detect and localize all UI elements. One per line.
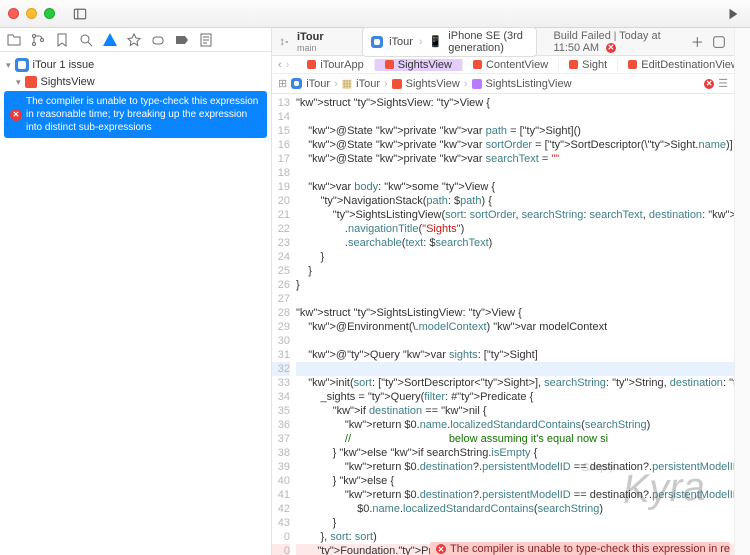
editor-tab[interactable]: SightsView (375, 59, 463, 71)
issue-file-row[interactable]: ▾ SightsView (0, 74, 271, 90)
minimap-strip (734, 28, 750, 555)
source-control-nav-icon[interactable] (30, 32, 46, 48)
source-editor[interactable]: 1314151617181920212223242526272829303132… (272, 94, 734, 555)
project-title: iTour (297, 31, 324, 43)
breadcrumb-swift-icon (392, 79, 402, 89)
build-status[interactable]: Build Failed | Today at 11:50 AM ✕ (553, 30, 682, 54)
navigator-sidebar: ▾ iTour 1 issue ▾ SightsView ✕ The compi… (0, 28, 272, 555)
swift-file-icon (473, 60, 482, 69)
editor-tab[interactable]: Sight (559, 59, 618, 71)
minimize-window-button[interactable] (26, 8, 37, 19)
issue-message-text: The compiler is unable to type-check thi… (26, 95, 261, 134)
swift-file-icon (569, 60, 578, 69)
swift-file-icon (25, 76, 37, 88)
struct-icon (472, 79, 482, 89)
issues-list: ▾ iTour 1 issue ▾ SightsView ✕ The compi… (0, 52, 271, 555)
nav-fwd-icon[interactable]: › (286, 59, 290, 71)
breadcrumb-app-icon (291, 78, 302, 89)
inline-error-icon: ✕ (436, 544, 446, 554)
scheme-target: iTour (389, 36, 413, 48)
find-nav-icon[interactable] (78, 32, 94, 48)
sidebar-toggle-icon[interactable] (71, 5, 89, 23)
nav-back-icon[interactable]: ‹ (278, 59, 282, 71)
inline-error-banner[interactable]: ✕ The compiler is unable to type-check t… (430, 542, 730, 555)
project-nav-icon[interactable] (6, 32, 22, 48)
traffic-lights (8, 8, 55, 19)
editor-nav-bar: ‹ › iTourAppSightsViewContentViewSightEd… (272, 56, 734, 74)
editor-area: iTour main iTour › 📱 iPhone SE (3rd gene… (272, 28, 734, 555)
issue-message-row[interactable]: ✕ The compiler is unable to type-check t… (4, 91, 267, 138)
editor-tab[interactable]: EditDestinationView (618, 59, 750, 71)
issue-file-label: SightsView (41, 76, 95, 88)
swift-file-icon (628, 60, 637, 69)
breakpoint-nav-icon[interactable] (174, 32, 190, 48)
code-content[interactable]: "kw">struct "ty">SightsView: "ty">View {… (296, 94, 734, 555)
disclosure-icon: ▾ (16, 77, 21, 88)
close-window-button[interactable] (8, 8, 19, 19)
toolbar-row: iTour main iTour › 📱 iPhone SE (3rd gene… (272, 28, 734, 56)
editor-tab[interactable]: iTourApp (297, 59, 374, 71)
add-icon[interactable]: ＋ (691, 33, 704, 51)
swift-file-icon (385, 60, 394, 69)
debug-nav-icon[interactable] (150, 32, 166, 48)
issue-project-row[interactable]: ▾ iTour 1 issue (0, 56, 271, 74)
window-titlebar (0, 0, 750, 28)
editor-tab[interactable]: ContentView (463, 59, 559, 71)
jump-bar[interactable]: ⊞ iTour› ▦iTour› SightsView› SightsListi… (272, 74, 734, 94)
related-icon[interactable]: ⊞ (278, 77, 287, 90)
jump-bar-error-icon[interactable]: ✕ (704, 79, 714, 89)
error-badge-icon: ✕ (606, 43, 616, 53)
disclosure-icon: ▾ (6, 60, 11, 71)
scheme-device: iPhone SE (3rd generation) (448, 30, 528, 54)
zoom-window-button[interactable] (44, 8, 55, 19)
scheme-app-icon (371, 36, 383, 48)
error-icon: ✕ (10, 109, 22, 121)
test-nav-icon[interactable] (126, 32, 142, 48)
navigator-selector (0, 28, 271, 52)
app-icon (15, 58, 29, 72)
bookmark-nav-icon[interactable] (54, 32, 70, 48)
scheme-selector[interactable]: iTour › 📱 iPhone SE (3rd generation) (362, 27, 537, 57)
report-nav-icon[interactable] (198, 32, 214, 48)
editor-tabs: iTourAppSightsViewContentViewSightEditDe… (297, 59, 750, 71)
library-icon[interactable] (712, 33, 726, 51)
branch-icon (280, 36, 289, 48)
branch-name: main (297, 43, 324, 53)
line-gutter: 1314151617181920212223242526272829303132… (272, 94, 296, 555)
run-button[interactable] (724, 5, 742, 23)
issue-project-label: iTour 1 issue (33, 59, 95, 71)
swift-file-icon (307, 60, 316, 69)
minimap-icon[interactable]: ☰ (718, 77, 728, 90)
issues-nav-icon[interactable] (102, 32, 118, 48)
